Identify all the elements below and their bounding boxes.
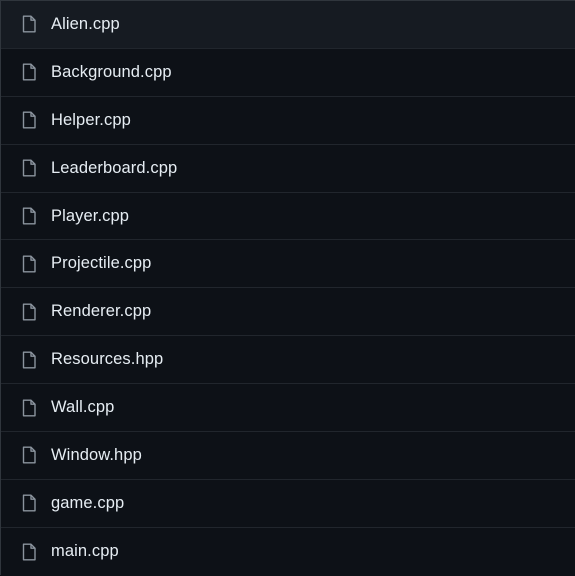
- file-name[interactable]: Player.cpp: [51, 207, 129, 226]
- file-icon: [21, 446, 37, 464]
- file-icon: [21, 159, 37, 177]
- file-row-helper-cpp[interactable]: Helper.cpp: [1, 97, 575, 145]
- file-name[interactable]: Projectile.cpp: [51, 254, 151, 273]
- file-row-leaderboard-cpp[interactable]: Leaderboard.cpp: [1, 145, 575, 193]
- file-icon: [21, 255, 37, 273]
- file-row-alien-cpp[interactable]: Alien.cpp: [1, 1, 575, 49]
- file-icon: [21, 303, 37, 321]
- file-row-resources-hpp[interactable]: Resources.hpp: [1, 336, 575, 385]
- file-row-projectile-cpp[interactable]: Projectile.cpp: [1, 240, 575, 289]
- file-row-player-cpp[interactable]: Player.cpp: [1, 193, 575, 241]
- file-icon: [21, 399, 37, 417]
- file-name[interactable]: Resources.hpp: [51, 350, 163, 369]
- file-list: Alien.cpp Background.cpp Helper.cpp Lead…: [0, 0, 575, 575]
- file-name[interactable]: Window.hpp: [51, 446, 142, 465]
- file-row-background-cpp[interactable]: Background.cpp: [1, 49, 575, 97]
- file-row-renderer-cpp[interactable]: Renderer.cpp: [1, 288, 575, 337]
- file-name[interactable]: Wall.cpp: [51, 398, 114, 417]
- file-icon: [21, 351, 37, 369]
- file-name[interactable]: Alien.cpp: [51, 15, 120, 34]
- file-icon: [21, 543, 37, 561]
- file-icon: [21, 15, 37, 33]
- file-name[interactable]: Renderer.cpp: [51, 302, 151, 321]
- file-row-game-cpp[interactable]: game.cpp: [1, 480, 575, 528]
- file-name[interactable]: main.cpp: [51, 542, 119, 561]
- file-icon: [21, 111, 37, 129]
- file-icon: [21, 63, 37, 81]
- file-icon: [21, 494, 37, 512]
- file-row-wall-cpp[interactable]: Wall.cpp: [1, 384, 575, 433]
- file-name[interactable]: Leaderboard.cpp: [51, 159, 177, 178]
- file-name[interactable]: Helper.cpp: [51, 111, 131, 130]
- file-name[interactable]: Background.cpp: [51, 63, 172, 82]
- file-row-window-hpp[interactable]: Window.hpp: [1, 432, 575, 480]
- file-name[interactable]: game.cpp: [51, 494, 124, 513]
- file-icon: [21, 207, 37, 225]
- file-row-main-cpp[interactable]: main.cpp: [1, 528, 575, 576]
